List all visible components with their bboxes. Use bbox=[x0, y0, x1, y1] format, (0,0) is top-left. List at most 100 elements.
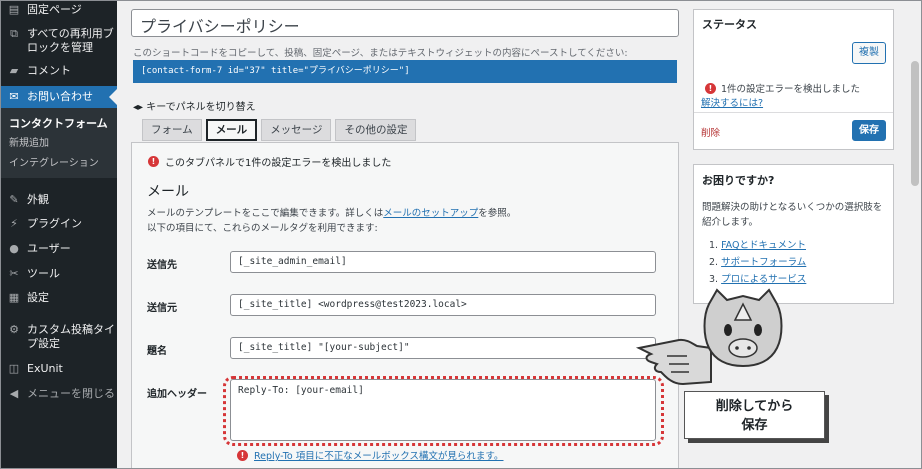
delete-link[interactable]: 削除 bbox=[701, 125, 720, 139]
panel-error-text: このタブパネルで1件の設定エラーを検出しました bbox=[165, 158, 392, 169]
keyboard-hint: ◂▸ キーでパネルを切り替え bbox=[133, 98, 256, 113]
to-field[interactable]: [_site_admin_email] bbox=[230, 251, 656, 273]
mail-description: メールのテンプレートをここで編集できます。詳しくはメールのセットアップを参照。 … bbox=[147, 206, 516, 236]
exunit-icon: ◫ bbox=[8, 362, 20, 375]
panel-error-notice: ! このタブパネルで1件の設定エラーを検出しました bbox=[148, 154, 391, 169]
keyboard-hint-text: キーでパネルを切り替え bbox=[146, 102, 256, 113]
appearance-icon: ✎ bbox=[9, 193, 19, 206]
help-link-item: 1. FAQとドキュメント bbox=[709, 240, 806, 251]
shortcode-field[interactable]: [contact-form-7 id="37" title="プライバシーポリシ… bbox=[133, 60, 677, 83]
sidebar-item-label: メニューを閉じる bbox=[27, 387, 115, 400]
save-button[interactable]: 保存 bbox=[852, 120, 886, 141]
duplicate-button[interactable]: 複製 bbox=[852, 42, 886, 64]
from-field[interactable]: [_site_title] <wordpress@test2023.local> bbox=[230, 294, 656, 316]
error-icon: ! bbox=[148, 156, 159, 167]
sidebar-item-label: コメント bbox=[27, 64, 71, 77]
rhino-nostril bbox=[747, 346, 751, 350]
callout-line2: 保存 bbox=[741, 418, 768, 433]
header-error-text[interactable]: Reply-To 項目に不正なメールボックス構文が見られます。 bbox=[254, 448, 504, 462]
sidebar-item-contact[interactable]: ✉ お問い合わせ bbox=[1, 86, 117, 108]
rhino-mascot-icon bbox=[635, 288, 783, 386]
submenu-add-new[interactable]: 新規追加 bbox=[1, 134, 117, 154]
sidebar-item-pages[interactable]: ▤ 固定ページ bbox=[1, 3, 117, 19]
error-icon: ! bbox=[705, 82, 716, 94]
tab-form[interactable]: フォーム bbox=[142, 119, 202, 141]
sidebar-item-label: プラグイン bbox=[27, 217, 82, 230]
mail-desc-line2: 以下の項目にて、これらのメールタグを利用できます: bbox=[147, 223, 378, 234]
tab-mail[interactable]: メール bbox=[205, 119, 258, 141]
sidebar-item-comments[interactable]: ▰ コメント bbox=[1, 64, 117, 80]
sidebar-item-label: お問い合わせ bbox=[27, 90, 93, 103]
sidebar-item-label: 固定ページ bbox=[27, 3, 82, 16]
reusable-block-icon: ⧉ bbox=[10, 27, 18, 40]
sidebar-item-reusable-blocks[interactable]: ⧉ すべての再利用ブロックを管理 bbox=[1, 27, 117, 57]
status-error-notice: ! 1件の設定エラーを検出しました bbox=[705, 81, 860, 95]
help-links: 1. FAQとドキュメント 2. サポートフォーラム 3. プロによるサービス bbox=[709, 237, 806, 288]
mail-heading: メール bbox=[147, 184, 189, 200]
shortcode-description: このショートコードをコピーして、投稿、固定ページ、またはテキストウィジェットの内… bbox=[133, 48, 628, 59]
help-text-line2: 紹介します。 bbox=[702, 217, 759, 228]
sidebar-item-users[interactable]: ● ユーザー bbox=[1, 242, 117, 258]
active-menu-arrow bbox=[109, 89, 117, 105]
admin-sidebar: ▤ 固定ページ ⧉ すべての再利用ブロックを管理 ▰ コメント ✉ お問い合わせ… bbox=[1, 1, 117, 468]
annotation-callout: 削除してから 保存 bbox=[684, 391, 825, 439]
help-text: 問題解決の助けとなるいくつかの選択肢を 紹介します。 bbox=[702, 200, 882, 230]
faq-link[interactable]: FAQとドキュメント bbox=[721, 240, 806, 251]
form-title-input[interactable]: プライバシーポリシー bbox=[131, 9, 679, 37]
sidebar-item-plugins[interactable]: ⚡ プラグイン bbox=[1, 217, 117, 233]
tab-additional-settings[interactable]: その他の設定 bbox=[335, 119, 417, 141]
status-title: ステータス bbox=[702, 18, 757, 31]
pro-services-link[interactable]: プロによるサービス bbox=[721, 274, 806, 285]
additional-headers-label: 追加ヘッダー bbox=[147, 389, 207, 400]
help-text-line1: 問題解決の助けとなるいくつかの選択肢を bbox=[702, 202, 883, 213]
tab-messages[interactable]: メッセージ bbox=[261, 119, 332, 141]
sidebar-item-settings[interactable]: ▦ 設定 bbox=[1, 291, 117, 307]
help-link-item: 2. サポートフォーラム bbox=[709, 257, 807, 268]
rhino-snout bbox=[728, 338, 758, 358]
sidebar-submenu: コンタクトフォーム 新規追加 インテグレーション bbox=[1, 108, 117, 178]
user-icon: ● bbox=[9, 242, 19, 255]
gear-icon: ⚙ bbox=[9, 323, 19, 336]
comment-icon: ▰ bbox=[9, 64, 19, 77]
highlight-dotted-frame bbox=[223, 376, 664, 446]
rhino-eye-left bbox=[724, 324, 732, 336]
mail-setup-link[interactable]: メールのセットアップ bbox=[383, 208, 478, 219]
mail-desc-pre: メールのテンプレートをここで編集できます。詳しくは bbox=[147, 208, 384, 219]
rhino-nostril bbox=[735, 346, 739, 350]
sidebar-item-label: ユーザー bbox=[27, 242, 71, 255]
scrollbar-thumb[interactable] bbox=[911, 61, 919, 186]
help-title: お困りですか? bbox=[702, 174, 775, 187]
sidebar-item-label: ExUnit bbox=[27, 362, 63, 375]
to-label: 送信先 bbox=[147, 260, 177, 271]
pointing-hand bbox=[635, 338, 712, 386]
status-error-text: 1件の設定エラーを検出しました bbox=[721, 84, 861, 95]
mail-desc-post: を参照。 bbox=[478, 208, 517, 219]
error-icon: ! bbox=[237, 449, 248, 461]
sidebar-item-label: すべての再利用ブロックを管理 bbox=[27, 27, 114, 54]
sidebar-item-label: カスタム投稿タイプ設定 bbox=[27, 323, 115, 350]
subject-label: 題名 bbox=[147, 346, 167, 357]
plugin-icon: ⚡ bbox=[10, 217, 18, 230]
sidebar-item-cpt-settings[interactable]: ⚙ カスタム投稿タイプ設定 bbox=[1, 323, 117, 353]
rhino-eye-right bbox=[754, 324, 762, 336]
sidebar-item-tools[interactable]: ✂ ツール bbox=[1, 267, 117, 283]
panel-tabs: フォーム メール メッセージ その他の設定 bbox=[142, 119, 417, 141]
pages-icon: ▤ bbox=[8, 3, 20, 16]
collapse-menu-button[interactable]: ◀ メニューを閉じる bbox=[1, 387, 117, 403]
screen: ▤ 固定ページ ⧉ すべての再利用ブロックを管理 ▰ コメント ✉ お問い合わせ… bbox=[0, 0, 922, 469]
sidebar-item-label: ツール bbox=[27, 267, 60, 280]
subject-field[interactable]: [_site_title] "[your-subject]" bbox=[230, 337, 656, 359]
how-to-fix-link[interactable]: 解決するには? bbox=[701, 95, 763, 109]
sidebar-item-label: 外観 bbox=[27, 193, 49, 206]
mail-icon: ✉ bbox=[9, 90, 19, 103]
submenu-contact-forms[interactable]: コンタクトフォーム bbox=[1, 114, 117, 134]
settings-icon: ▦ bbox=[8, 291, 20, 304]
submenu-integration[interactable]: インテグレーション bbox=[1, 154, 117, 174]
divider bbox=[694, 112, 893, 113]
arrow-keys-icon: ◂▸ bbox=[133, 102, 147, 113]
header-error-notice: ! Reply-To 項目に不正なメールボックス構文が見られます。 bbox=[237, 448, 504, 462]
callout-line1: 削除してから bbox=[715, 399, 794, 414]
sidebar-item-exunit[interactable]: ◫ ExUnit bbox=[1, 362, 117, 378]
sidebar-item-appearance[interactable]: ✎ 外観 bbox=[1, 193, 117, 209]
support-forum-link[interactable]: サポートフォーラム bbox=[721, 257, 806, 268]
